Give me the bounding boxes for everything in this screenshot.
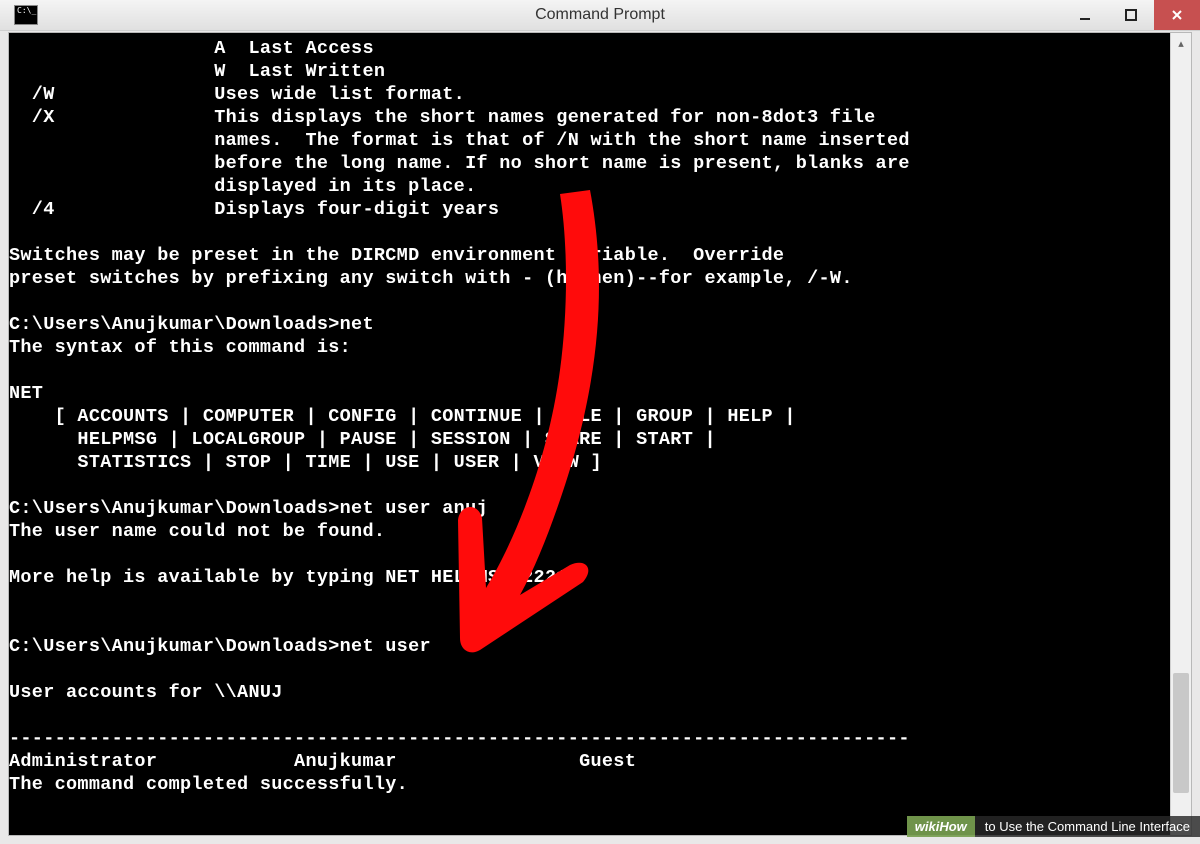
vertical-scrollbar[interactable]: ▴ ▾	[1170, 33, 1191, 835]
cmd-icon	[14, 5, 38, 25]
minimize-button[interactable]	[1062, 0, 1108, 30]
terminal-output[interactable]: A Last Access W Last Written /W Uses wid…	[9, 33, 1170, 835]
window-title: Command Prompt	[0, 6, 1200, 24]
caption-text: to Use the Command Line Interface	[975, 816, 1200, 837]
window-frame: Command Prompt A Last Access W Last Writ…	[0, 0, 1200, 844]
title-bar[interactable]: Command Prompt	[0, 0, 1200, 31]
client-area: A Last Access W Last Written /W Uses wid…	[8, 32, 1192, 836]
scroll-thumb[interactable]	[1173, 673, 1189, 793]
caption-brand: wikiHow	[907, 816, 975, 837]
caption-strip: wikiHow to Use the Command Line Interfac…	[907, 814, 1200, 838]
maximize-button[interactable]	[1108, 0, 1154, 30]
scroll-up-button[interactable]: ▴	[1171, 33, 1191, 53]
window-controls	[1062, 0, 1200, 30]
close-button[interactable]	[1154, 0, 1200, 30]
